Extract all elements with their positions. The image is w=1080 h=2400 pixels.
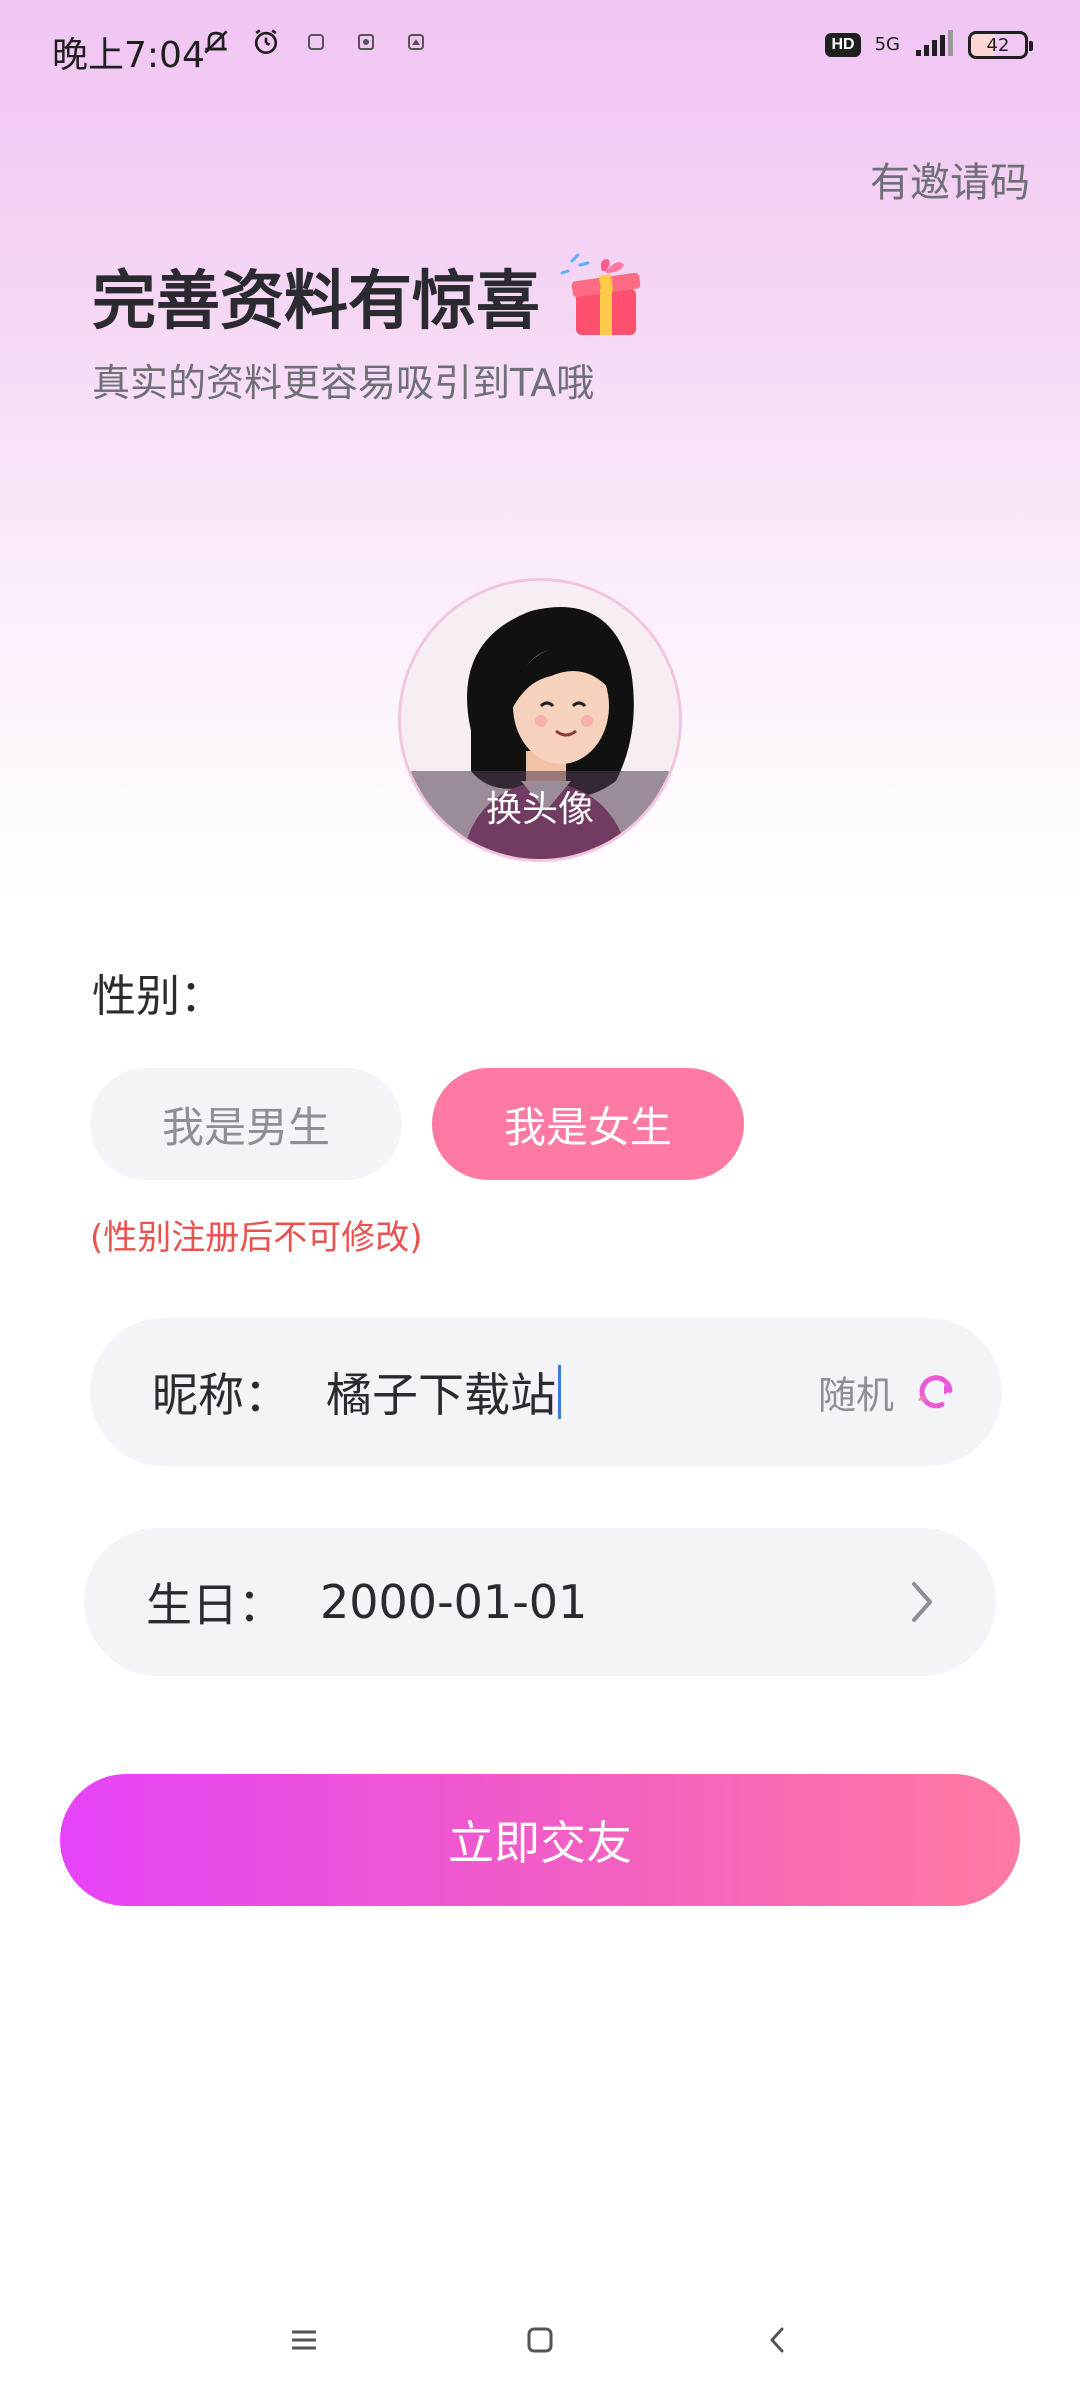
gender-male-button[interactable]: 我是男生 bbox=[90, 1068, 402, 1180]
battery-level: 42 bbox=[986, 34, 1010, 56]
app-notification-icon bbox=[400, 26, 432, 58]
page-subtitle: 真实的资料更容易吸引到TA哦 bbox=[92, 361, 595, 405]
page-title-row: 完善资料有惊喜 bbox=[92, 250, 648, 342]
alarm-clock-icon bbox=[250, 26, 282, 58]
birthday-label: 生日： bbox=[146, 1578, 284, 1632]
battery-indicator: 42 bbox=[968, 31, 1033, 59]
menu-icon[interactable] bbox=[278, 2314, 330, 2366]
network-type: 5G bbox=[874, 34, 900, 55]
invite-code-link[interactable]: 有邀请码 bbox=[870, 150, 1030, 208]
system-nav-bar bbox=[0, 2300, 1080, 2380]
app-notification-icon bbox=[300, 26, 332, 58]
random-nickname-button[interactable]: 随机 bbox=[818, 1365, 960, 1420]
status-bar: 晚上7:04 HD 5G 42 bbox=[0, 0, 1080, 100]
status-left-icons bbox=[200, 26, 432, 58]
page-title: 完善资料有惊喜 bbox=[92, 265, 540, 339]
random-label: 随机 bbox=[817, 1373, 894, 1418]
chevron-right-icon bbox=[912, 1582, 932, 1622]
avatar-picker[interactable]: 换头像 bbox=[398, 578, 682, 862]
birthday-value: 2000-01-01 bbox=[320, 1575, 588, 1629]
gender-female-button[interactable]: 我是女生 bbox=[432, 1068, 744, 1180]
change-avatar-label: 换头像 bbox=[485, 789, 594, 830]
nickname-input[interactable]: 橘子下载站 bbox=[326, 1359, 561, 1425]
birthday-field[interactable]: 生日： 2000-01-01 bbox=[84, 1528, 996, 1676]
avatar-overlay: 换头像 bbox=[401, 771, 679, 859]
mute-bell-icon bbox=[200, 26, 232, 58]
nickname-field[interactable]: 昵称： 橘子下载站 随机 bbox=[90, 1318, 1002, 1466]
nickname-label: 昵称： bbox=[152, 1368, 290, 1422]
hd-badge: HD bbox=[825, 33, 861, 57]
text-caret bbox=[558, 1365, 561, 1419]
status-right-icons: HD 5G 42 bbox=[825, 28, 1033, 62]
signal-icon bbox=[914, 28, 954, 62]
app-notification-icon bbox=[350, 26, 382, 58]
home-icon[interactable] bbox=[514, 2314, 566, 2366]
gift-icon bbox=[558, 251, 648, 341]
refresh-icon bbox=[918, 1374, 953, 1408]
status-time: 晚上7:04 bbox=[52, 35, 205, 76]
back-icon[interactable] bbox=[752, 2314, 804, 2366]
nickname-value: 橘子下载站 bbox=[326, 1368, 556, 1422]
make-friends-button[interactable]: 立即交友 bbox=[60, 1774, 1020, 1906]
gender-note: (性别注册后不可修改) bbox=[90, 1218, 423, 1258]
gender-label: 性别： bbox=[92, 971, 224, 1022]
